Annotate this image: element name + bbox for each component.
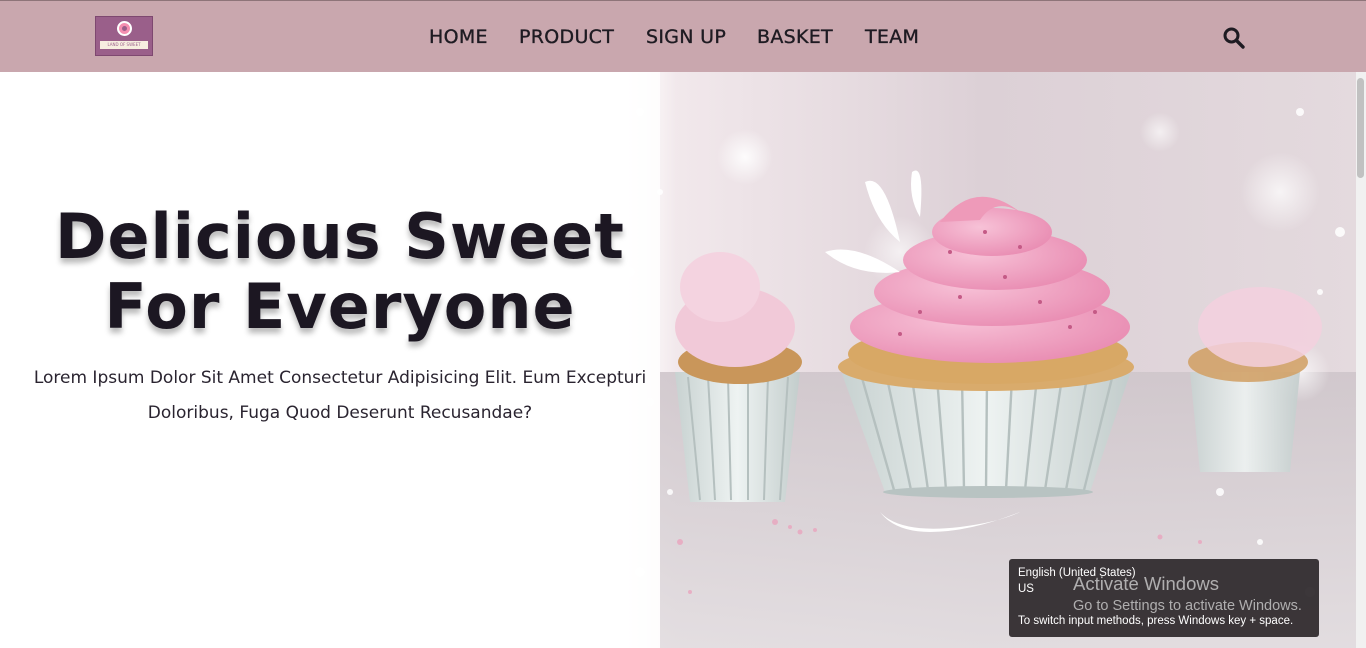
activation-watermark-title: Activate Windows [1073,573,1219,594]
activation-watermark-subtitle: Go to Settings to activate Windows. [1073,598,1302,614]
nav-basket[interactable]: BASKET [757,26,833,48]
hero-description-line1: Lorem Ipsum Dolor Sit Amet Consectetur A… [33,368,647,388]
ime-layout: US [1018,583,1034,595]
hero-description-line2: Doloribus, Fuga Quod Deserunt Recusandae… [147,403,533,423]
ime-hint: To switch input methods, press Windows k… [1018,615,1294,627]
page-scrollbar[interactable] [1356,72,1366,648]
nav-product[interactable]: PRODUCT [519,26,614,48]
main-nav: HOME PRODUCT SIGN UP BASKET TEAM [0,1,1366,73]
nav-sign-up[interactable]: SIGN UP [646,26,726,48]
search-button[interactable] [1222,26,1246,50]
nav-home[interactable]: HOME [429,26,488,48]
hero-headline-line1: Delicious Sweet [55,200,625,273]
top-navbar: LAND OF SWEET HOME PRODUCT SIGN UP BASKE… [0,0,1366,72]
scrollbar-thumb[interactable] [1357,78,1364,178]
hero-headline-line2: For Everyone [104,270,576,343]
search-icon [1223,27,1245,49]
nav-team[interactable]: TEAM [865,26,919,48]
hero-text: Delicious Sweet For Everyone Lorem Ipsum… [0,72,680,648]
